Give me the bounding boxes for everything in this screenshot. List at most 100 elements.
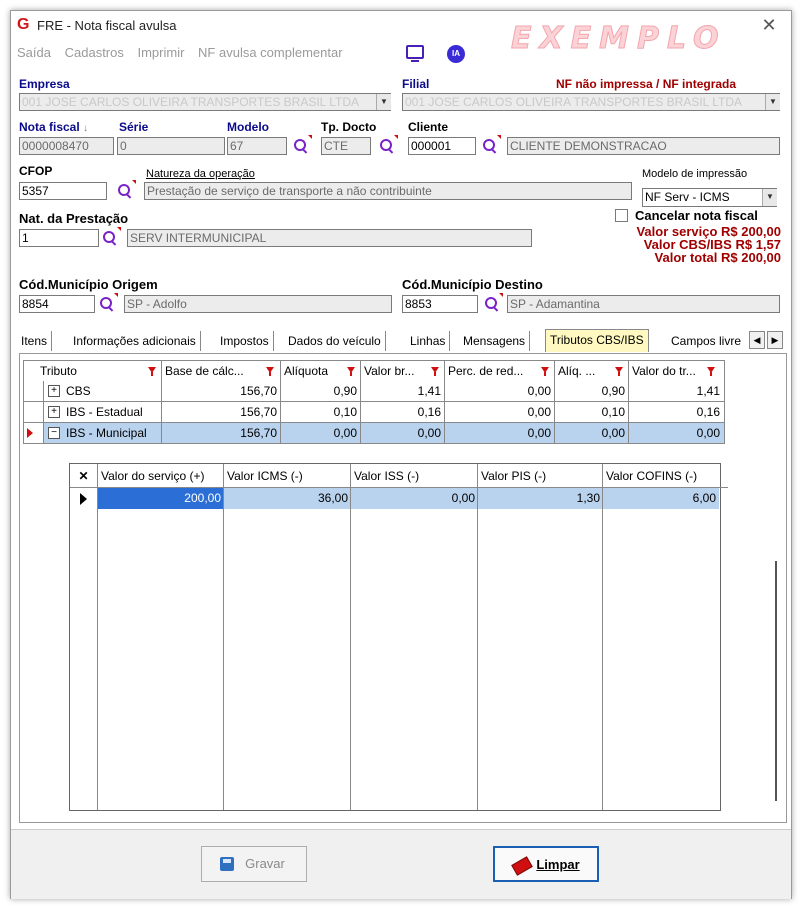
table-row[interactable]: + IBS - Estadual 156,70 0,10 0,16 0,00 0… bbox=[23, 402, 725, 423]
destino-search-icon[interactable] bbox=[484, 293, 503, 312]
cell-tributo: IBS - Estadual bbox=[62, 402, 162, 422]
menu-bar: Saída Cadastros Imprimir NF avulsa compl… bbox=[17, 45, 353, 60]
tab-scroll-right-icon[interactable]: ▶ bbox=[767, 331, 783, 349]
ia-assistant-icon[interactable]: IA bbox=[447, 45, 465, 63]
col-valor-bruto[interactable]: Valor br... bbox=[361, 361, 445, 381]
expand-icon[interactable]: + bbox=[48, 406, 60, 418]
menu-item-saida[interactable]: Saída bbox=[17, 45, 51, 60]
gravar-button[interactable]: Gravar bbox=[201, 846, 307, 882]
filter-icon[interactable] bbox=[615, 367, 623, 376]
nat-prestacao-search-icon[interactable] bbox=[102, 227, 121, 246]
nota-fiscal-window: G FRE - Nota fiscal avulsa EXEMPLO ✕ Saí… bbox=[10, 10, 792, 899]
tab-linhas[interactable]: Linhas bbox=[406, 331, 451, 351]
tp-docto-field[interactable]: CTE bbox=[321, 137, 371, 155]
tab-campos-livre[interactable]: Campos livre bbox=[667, 331, 745, 351]
app-logo-icon: G bbox=[17, 16, 30, 33]
detail-column-cofins: 6,00 bbox=[603, 488, 719, 810]
modelo-impressao-select[interactable]: NF Serv - ICMS bbox=[642, 188, 777, 207]
tab-mensagens[interactable]: Mensagens bbox=[459, 331, 531, 351]
filter-icon[interactable] bbox=[707, 367, 715, 376]
tributos-panel: Tributo Base de cálc... Alíquota Valor b… bbox=[19, 353, 787, 823]
close-icon[interactable]: ✕ bbox=[759, 15, 779, 35]
natureza-field: Prestação de serviço de transporte a não… bbox=[144, 182, 632, 200]
tab-itens[interactable]: Itens bbox=[17, 331, 53, 351]
filial-select[interactable]: 001 JOSE CARLOS OLIVEIRA TRANSPORTES BRA… bbox=[402, 93, 780, 111]
detail-grid: ✕ Valor do serviço (+) Valor ICMS (-) Va… bbox=[69, 463, 728, 811]
cell-perc-reducao: 0,00 bbox=[445, 423, 555, 443]
tp-docto-search-icon[interactable] bbox=[379, 135, 398, 154]
limpar-button[interactable]: Limpar bbox=[493, 846, 599, 882]
current-row-icon bbox=[27, 428, 33, 438]
col-valor-tributo[interactable]: Valor do tr... bbox=[629, 361, 723, 381]
empresa-select[interactable]: 001 JOSE CARLOS OLIVEIRA TRANSPORTES BRA… bbox=[19, 93, 391, 111]
cell-aliquota: 0,10 bbox=[281, 402, 361, 422]
vertical-scrollbar[interactable] bbox=[775, 561, 777, 801]
nota-fiscal-label: Nota fiscal ↓ bbox=[19, 120, 88, 134]
modelo-impressao-dropdown-icon[interactable]: ▼ bbox=[762, 189, 777, 206]
filter-icon[interactable] bbox=[347, 367, 355, 376]
col-tributo-label: Tributo bbox=[40, 364, 77, 378]
col-valor-pis[interactable]: Valor PIS (-) bbox=[478, 464, 603, 488]
detail-grid-corner-icon[interactable]: ✕ bbox=[70, 464, 98, 488]
cfop-label: CFOP bbox=[19, 164, 53, 178]
cfop-field[interactable]: 5357 bbox=[19, 182, 107, 200]
filter-icon[interactable] bbox=[431, 367, 439, 376]
expand-icon[interactable]: + bbox=[48, 385, 60, 397]
cell-base: 156,70 bbox=[162, 381, 281, 401]
col-perc-reducao[interactable]: Perc. de red... bbox=[445, 361, 555, 381]
menu-item-cadastros[interactable]: Cadastros bbox=[65, 45, 124, 60]
col-base-calculo[interactable]: Base de cálc... bbox=[162, 361, 281, 381]
table-row-selected[interactable]: − IBS - Municipal 156,70 0,00 0,00 0,00 … bbox=[23, 423, 725, 444]
watermark-text: EXEMPLO bbox=[511, 21, 727, 57]
monitor-icon[interactable] bbox=[406, 45, 424, 62]
tab-scroll-left-icon[interactable]: ◀ bbox=[749, 331, 765, 349]
col-base-calculo-label: Base de cálc... bbox=[165, 364, 244, 378]
tab-tributos-cbs-ibs[interactable]: Tributos CBS/IBS bbox=[545, 329, 649, 352]
cell-base: 156,70 bbox=[162, 402, 281, 422]
origem-codigo-field[interactable]: 8854 bbox=[19, 295, 95, 313]
cancelar-label: Cancelar nota fiscal bbox=[635, 208, 758, 223]
row-indicator bbox=[24, 423, 44, 443]
cell-valor-icms: 36,00 bbox=[224, 488, 350, 509]
cancelar-checkbox[interactable] bbox=[615, 209, 628, 222]
cliente-codigo-field[interactable]: 000001 bbox=[408, 137, 476, 155]
tab-strip: Itens Informações adicionais Impostos Da… bbox=[17, 329, 785, 352]
col-valor-cofins[interactable]: Valor COFINS (-) bbox=[603, 464, 728, 488]
origem-search-icon[interactable] bbox=[99, 293, 118, 312]
col-aliquota[interactable]: Alíquota bbox=[281, 361, 361, 381]
col-aliq-efetiva[interactable]: Alíq. ... bbox=[555, 361, 629, 381]
modelo-search-icon[interactable] bbox=[293, 135, 312, 154]
cliente-search-icon[interactable] bbox=[482, 135, 501, 154]
filial-dropdown-icon[interactable]: ▼ bbox=[765, 94, 780, 110]
tp-docto-label: Tp. Docto bbox=[321, 120, 377, 134]
collapse-icon[interactable]: − bbox=[48, 427, 60, 439]
menu-item-imprimir[interactable]: Imprimir bbox=[137, 45, 184, 60]
col-perc-reducao-label: Perc. de red... bbox=[448, 364, 524, 378]
nat-prestacao-codigo-field[interactable]: 1 bbox=[19, 229, 99, 247]
cell-valor-pis: 1,30 bbox=[478, 488, 602, 509]
tab-impostos[interactable]: Impostos bbox=[216, 331, 274, 351]
nota-fiscal-field[interactable]: 0000008470 bbox=[19, 137, 114, 155]
modelo-field[interactable]: 67 bbox=[227, 137, 287, 155]
serie-field[interactable]: 0 bbox=[117, 137, 225, 155]
empresa-dropdown-icon[interactable]: ▼ bbox=[376, 94, 391, 110]
tab-dados-veiculo[interactable]: Dados do veículo bbox=[284, 331, 386, 351]
filter-icon[interactable] bbox=[148, 367, 156, 376]
cell-aliq-efetiva: 0,10 bbox=[555, 402, 629, 422]
cell-perc-reducao: 0,00 bbox=[445, 402, 555, 422]
cfop-search-icon[interactable] bbox=[117, 180, 136, 199]
menu-item-nf-complementar[interactable]: NF avulsa complementar bbox=[198, 45, 343, 60]
cell-valor-servico[interactable]: 200,00 bbox=[98, 488, 223, 509]
col-valor-iss[interactable]: Valor ISS (-) bbox=[351, 464, 478, 488]
filter-icon[interactable] bbox=[266, 367, 274, 376]
gravar-button-label: Gravar bbox=[245, 856, 285, 871]
destino-codigo-field[interactable]: 8853 bbox=[402, 295, 478, 313]
table-row[interactable]: + CBS 156,70 0,90 1,41 0,00 0,90 1,41 bbox=[23, 381, 725, 402]
col-valor-icms[interactable]: Valor ICMS (-) bbox=[224, 464, 351, 488]
filter-icon[interactable] bbox=[541, 367, 549, 376]
col-valor-servico[interactable]: Valor do serviço (+) bbox=[98, 464, 224, 488]
tab-informacoes-adicionais[interactable]: Informações adicionais bbox=[69, 331, 201, 351]
title-bar: G FRE - Nota fiscal avulsa EXEMPLO ✕ bbox=[11, 11, 791, 57]
tributos-grid-header: Tributo Base de cálc... Alíquota Valor b… bbox=[23, 360, 725, 382]
col-tributo[interactable]: Tributo bbox=[24, 361, 162, 381]
